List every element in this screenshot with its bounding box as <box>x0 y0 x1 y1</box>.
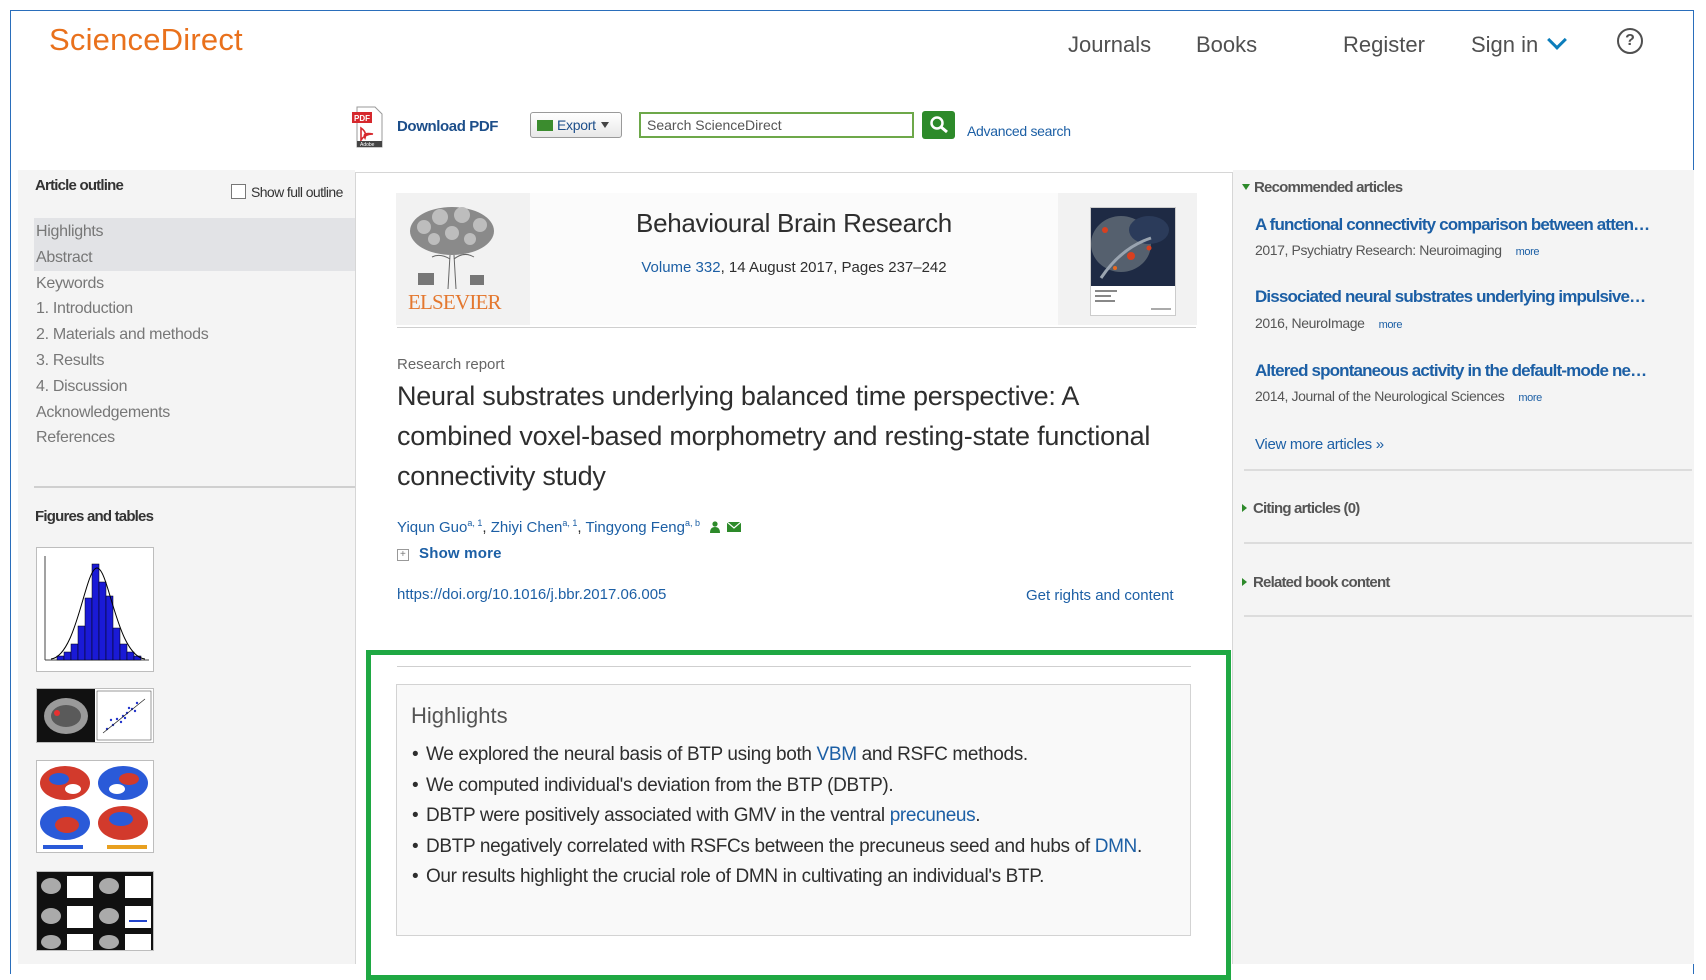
elsevier-tree-logo[interactable] <box>404 203 500 291</box>
download-pdf-link[interactable]: Download PDF <box>397 118 498 135</box>
figures-tables-title: Figures and tables <box>35 508 154 525</box>
recommended-title: Recommended articles <box>1254 179 1403 196</box>
recommended-article-meta: 2014, Journal of the Neurological Scienc… <box>1255 388 1542 404</box>
nav-sign-in[interactable]: Sign in <box>1471 30 1568 58</box>
recommended-articles-header[interactable]: Recommended articles <box>1242 179 1403 196</box>
nav-books[interactable]: Books <box>1196 32 1257 58</box>
author-separator: , <box>482 519 491 536</box>
right-divider <box>1244 542 1692 544</box>
volume-date-pages: , 14 August 2017, Pages 237–242 <box>720 259 947 276</box>
doi-link[interactable]: https://doi.org/10.1016/j.bbr.2017.06.00… <box>397 586 666 603</box>
outline-item-references[interactable]: References <box>36 425 208 451</box>
show-full-outline-label[interactable]: Show full outline <box>251 184 343 200</box>
article-outline-title: Article outline <box>35 177 124 194</box>
figure-thumbnail-histogram[interactable] <box>36 547 154 672</box>
show-full-outline-checkbox[interactable] <box>231 184 246 199</box>
citing-articles-header[interactable]: Citing articles (0) <box>1242 500 1360 517</box>
show-more-toggle[interactable]: + Show more <box>397 545 502 562</box>
elsevier-wordmark: ELSEVIER <box>408 290 502 314</box>
collapsed-triangle-icon <box>1242 504 1247 512</box>
highlights-annotation-frame <box>366 650 1231 980</box>
author-link[interactable]: Tingyong Feng <box>585 519 685 536</box>
search-button[interactable] <box>922 111 955 139</box>
journal-title[interactable]: Behavioural Brain Research <box>530 208 1058 239</box>
more-link[interactable]: more <box>1516 246 1540 258</box>
export-label: Export <box>557 117 596 133</box>
show-more-label: Show more <box>419 545 502 562</box>
author-affiliation[interactable]: a, 1 <box>467 518 482 528</box>
related-book-content-header[interactable]: Related book content <box>1242 574 1390 591</box>
publication-divider <box>397 327 1196 328</box>
volume-link[interactable]: Volume 332 <box>641 259 720 276</box>
adobe-icon-text: Adobe <box>360 142 375 148</box>
article-outline-list: Highlights Abstract Keywords 1. Introduc… <box>36 219 209 451</box>
sign-in-label: Sign in <box>1471 32 1539 57</box>
figure-thumbnail-brain-maps[interactable] <box>36 760 154 853</box>
right-divider <box>1244 615 1692 617</box>
view-more-articles-link[interactable]: View more articles » <box>1255 436 1384 453</box>
expand-plus-icon: + <box>397 549 409 561</box>
advanced-search-link[interactable]: Advanced search <box>967 123 1071 139</box>
brain-grid-figure <box>37 872 153 950</box>
nav-register[interactable]: Register <box>1343 32 1425 58</box>
author-affiliation[interactable]: a, 1 <box>562 518 577 528</box>
outline-item-highlights[interactable]: Highlights <box>36 219 208 245</box>
journal-volume-info: Volume 332, 14 August 2017, Pages 237–24… <box>530 259 1058 276</box>
outline-item-keywords[interactable]: Keywords <box>36 271 208 297</box>
more-link[interactable]: more <box>1379 319 1403 331</box>
export-button[interactable]: Export <box>530 112 622 138</box>
right-divider <box>1244 469 1692 471</box>
person-icon[interactable] <box>710 521 721 533</box>
author-link[interactable]: Zhiyi Chen <box>491 519 563 536</box>
nav-journals[interactable]: Journals <box>1068 32 1151 58</box>
brain-maps-figure <box>40 766 148 849</box>
expanded-triangle-icon <box>1242 184 1250 190</box>
article-type: Research report <box>397 356 505 373</box>
outline-item-abstract[interactable]: Abstract <box>36 245 208 271</box>
author-affiliation[interactable]: a, b <box>685 518 700 528</box>
recommended-article-meta: 2016, NeuroImage more <box>1255 315 1402 331</box>
collapsed-triangle-icon <box>1242 578 1247 586</box>
outline-item-discussion[interactable]: 4. Discussion <box>36 374 208 400</box>
histogram-figure <box>44 556 149 661</box>
sciencedirect-logo[interactable]: ScienceDirect <box>49 22 243 58</box>
recommended-article-source: 2016, NeuroImage <box>1255 315 1365 331</box>
dropdown-arrow-icon <box>600 122 609 128</box>
recommended-article-meta: 2017, Psychiatry Research: Neuroimaging m… <box>1255 242 1540 258</box>
sidebar-divider <box>34 486 355 488</box>
outline-item-results[interactable]: 3. Results <box>36 348 208 374</box>
chevron-down-icon <box>1547 30 1568 50</box>
citing-articles-label: Citing articles (0) <box>1253 500 1360 517</box>
figure-thumbnail-brain-grid[interactable] <box>36 871 154 951</box>
related-book-content-label: Related book content <box>1253 574 1390 591</box>
mail-icon[interactable] <box>727 522 742 532</box>
author-list: Yiqun Guoa, 1, Zhiyi Chena, 1, Tingyong … <box>397 518 742 536</box>
pdf-icon[interactable]: PDF Adobe <box>351 106 383 148</box>
outline-item-introduction[interactable]: 1. Introduction <box>36 296 208 322</box>
export-icon <box>537 120 553 131</box>
search-icon <box>930 116 948 134</box>
outline-item-acknowledgements[interactable]: Acknowledgements <box>36 400 208 426</box>
brain-scatter-figure <box>37 689 152 742</box>
recommended-article-source: 2014, Journal of the Neurological Scienc… <box>1255 388 1505 404</box>
article-title: Neural substrates underlying balanced ti… <box>397 381 1151 491</box>
figure-thumbnail-brain-scatter[interactable] <box>36 688 154 743</box>
recommended-article-link[interactable]: A functional connectivity comparison bet… <box>1255 215 1683 235</box>
help-icon[interactable]: ? <box>1617 28 1643 54</box>
recommended-article-source: 2017, Psychiatry Research: Neuroimaging <box>1255 242 1502 258</box>
recommended-article-link[interactable]: Dissociated neural substrates underlying… <box>1255 287 1683 307</box>
recommended-article-link[interactable]: Altered spontaneous activity in the defa… <box>1255 361 1683 381</box>
pdf-icon-text: PDF <box>354 114 370 123</box>
author-link[interactable]: Yiqun Guo <box>397 519 467 536</box>
get-rights-link[interactable]: Get rights and content <box>1026 587 1174 604</box>
search-input[interactable] <box>639 112 914 138</box>
outline-item-methods[interactable]: 2. Materials and methods <box>36 322 209 348</box>
journal-cover-image[interactable] <box>1090 207 1176 316</box>
more-link[interactable]: more <box>1518 392 1542 404</box>
